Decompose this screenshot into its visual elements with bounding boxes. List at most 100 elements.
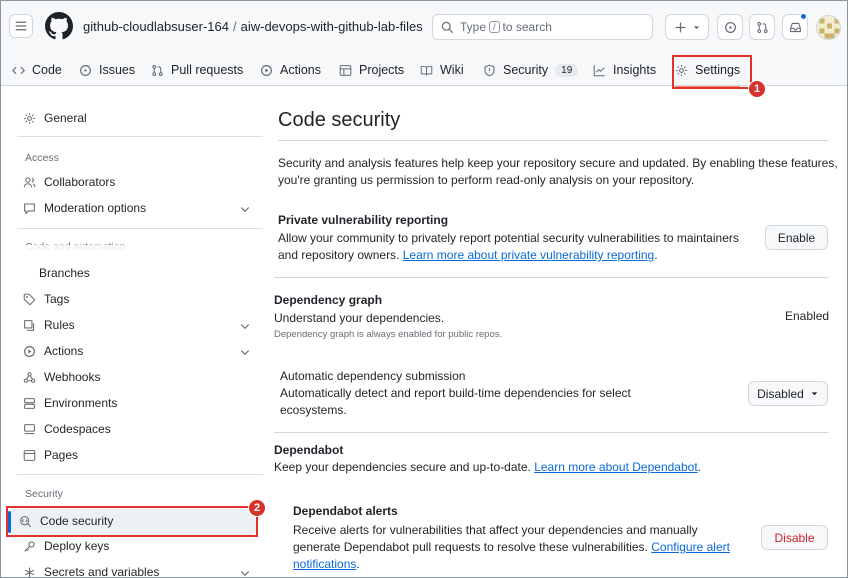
sidebar-item-branches[interactable]: Branches [39,266,90,280]
tab-projects[interactable]: Projects [339,59,404,81]
webhook-icon [23,371,36,383]
dependabot-alerts-period: . [356,557,360,571]
breadcrumb-owner[interactable]: github-cloudlabsuser-164 [83,19,229,34]
inbox-icon [789,22,801,32]
pvr-learn-more-link[interactable]: Learn more about private vulnerability r… [403,248,654,262]
tab-pull-requests-label: Pull requests [171,63,244,77]
play-icon [24,345,35,357]
plus-icon [675,22,685,32]
dependabot-learn-more-link[interactable]: Learn more about Dependabot [534,460,697,474]
sidebar-item-actions[interactable]: Actions [23,344,83,358]
pvr-enable-button[interactable]: Enable [765,225,828,250]
tab-security[interactable]: Security 19 [483,59,579,81]
dependabot-alerts-line-3: notifications. [293,556,360,573]
auto-submission-line-1: Automatically detect and report build-ti… [280,386,631,400]
chevron-down-icon[interactable] [239,320,251,332]
tab-insights-label: Insights [613,63,657,77]
search-placeholder-prefix: Type [460,20,487,34]
play-icon [261,64,272,76]
sidebar-group-security: Security [25,488,63,500]
page-title: Code security [278,109,401,131]
sidebar-item-label: Webhooks [44,370,101,384]
pvr-description-line-1: Allow your community to privately report… [278,231,739,245]
intro-line-2: you're granting us permission to perform… [278,173,695,187]
sidebar-item-moderation[interactable]: Moderation options [23,201,146,215]
table-icon [339,64,352,76]
issue-icon [80,64,91,76]
menu-button[interactable] [9,14,33,38]
dependabot-alerts-line-1: Receive alerts for vulnerabilities that … [293,523,698,537]
chevron-down-icon[interactable] [239,346,251,358]
sidebar-item-deploy-keys[interactable]: Deploy keys [23,539,109,553]
code-security-panel: Code security Security and analysis feat… [271,87,847,578]
unread-notification-dot [800,13,807,20]
pvr-description-line-2: and repository owners. Learn more about … [278,247,658,264]
tab-insights[interactable]: Insights [593,59,656,81]
dependabot-description: Keep your dependencies secure and up-to-… [274,459,701,476]
sidebar-item-pages[interactable]: Pages [23,448,78,462]
triangle-down-icon [693,25,699,29]
sidebar-divider [17,474,263,475]
dependency-graph-status: Enabled [785,309,830,323]
global-header: github-cloudlabsuser-164/aiw-devops-with… [1,1,847,53]
dependency-graph-description: Understand your dependencies. [274,311,445,325]
issue-circle-icon [724,21,736,33]
tab-issues[interactable]: Issues [79,59,135,81]
code-security-highlight-box [6,506,258,537]
configure-alert-link[interactable]: Configure alert [651,540,730,554]
breadcrumb-repo[interactable]: aiw-devops-with-github-lab-files [241,19,423,34]
issues-shortcut-button[interactable] [717,14,743,40]
sidebar-item-label: Secrets and variables [44,565,160,578]
sidebar-item-general[interactable]: General [23,111,87,125]
intro-line-1: Security and analysis features help keep… [278,156,838,170]
identicon-icon [817,16,840,39]
server-icon [24,397,35,409]
code-icon [12,66,25,74]
tab-wiki[interactable]: Wiki [420,59,464,81]
avatar[interactable] [816,15,841,40]
book-icon [420,65,433,75]
security-alert-count: 19 [555,63,579,77]
dependency-graph-note: Dependency graph is always enabled for p… [274,329,503,340]
configure-notifications-link[interactable]: notifications [293,557,356,571]
sidebar-item-label: Environments [44,396,118,410]
dependency-graph-title: Dependency graph [274,293,383,307]
dependabot-alerts-disable-button[interactable]: Disable [761,525,828,550]
sidebar-item-rules[interactable]: Rules [23,318,75,332]
search-input[interactable]: Type / to search [432,14,653,40]
settings-highlight-box [672,55,752,89]
create-new-button[interactable] [665,14,709,40]
tab-code[interactable]: Code [12,59,62,81]
chevron-down-icon[interactable] [239,567,251,578]
graph-icon [593,64,605,76]
sidebar-item-label: Rules [44,318,75,332]
sidebar-item-environments[interactable]: Environments [23,396,117,410]
auto-submission-dropdown[interactable]: Disabled [748,381,828,406]
gear-icon [23,112,36,124]
tab-code-label: Code [32,63,62,77]
pull-requests-shortcut-button[interactable] [749,14,775,40]
hamburger-icon [15,21,27,31]
sidebar-item-secrets[interactable]: Secrets and variables [23,565,159,578]
tab-pull-requests[interactable]: Pull requests [151,59,243,81]
dependabot-alerts-line-2: generate Dependabot pull requests to res… [293,539,730,556]
key-icon [24,540,35,552]
sidebar-item-tags[interactable]: Tags [23,292,69,306]
sidebar-item-webhooks[interactable]: Webhooks [23,370,100,384]
sidebar-item-codespaces[interactable]: Codespaces [23,422,111,436]
sidebar-item-label: Deploy keys [44,539,110,553]
title-divider [278,140,828,141]
settings-sidebar: General Access Collaborators Moderation … [1,87,271,578]
tab-actions[interactable]: Actions [260,59,321,81]
comment-icon [24,203,35,215]
floating-toolbar-overlay [9,245,271,267]
shield-icon [484,64,495,76]
chevron-down-icon[interactable] [239,203,251,215]
pull-request-icon [152,64,163,76]
github-logo-icon[interactable] [45,12,73,40]
tab-actions-label: Actions [280,63,321,77]
dependabot-text: Keep your dependencies secure and up-to-… [274,460,531,474]
auto-submission-line-2: ecosystems. [280,403,347,417]
sidebar-item-collaborators[interactable]: Collaborators [23,175,115,189]
breadcrumb: github-cloudlabsuser-164/ aiw-devops-with… [83,19,423,34]
